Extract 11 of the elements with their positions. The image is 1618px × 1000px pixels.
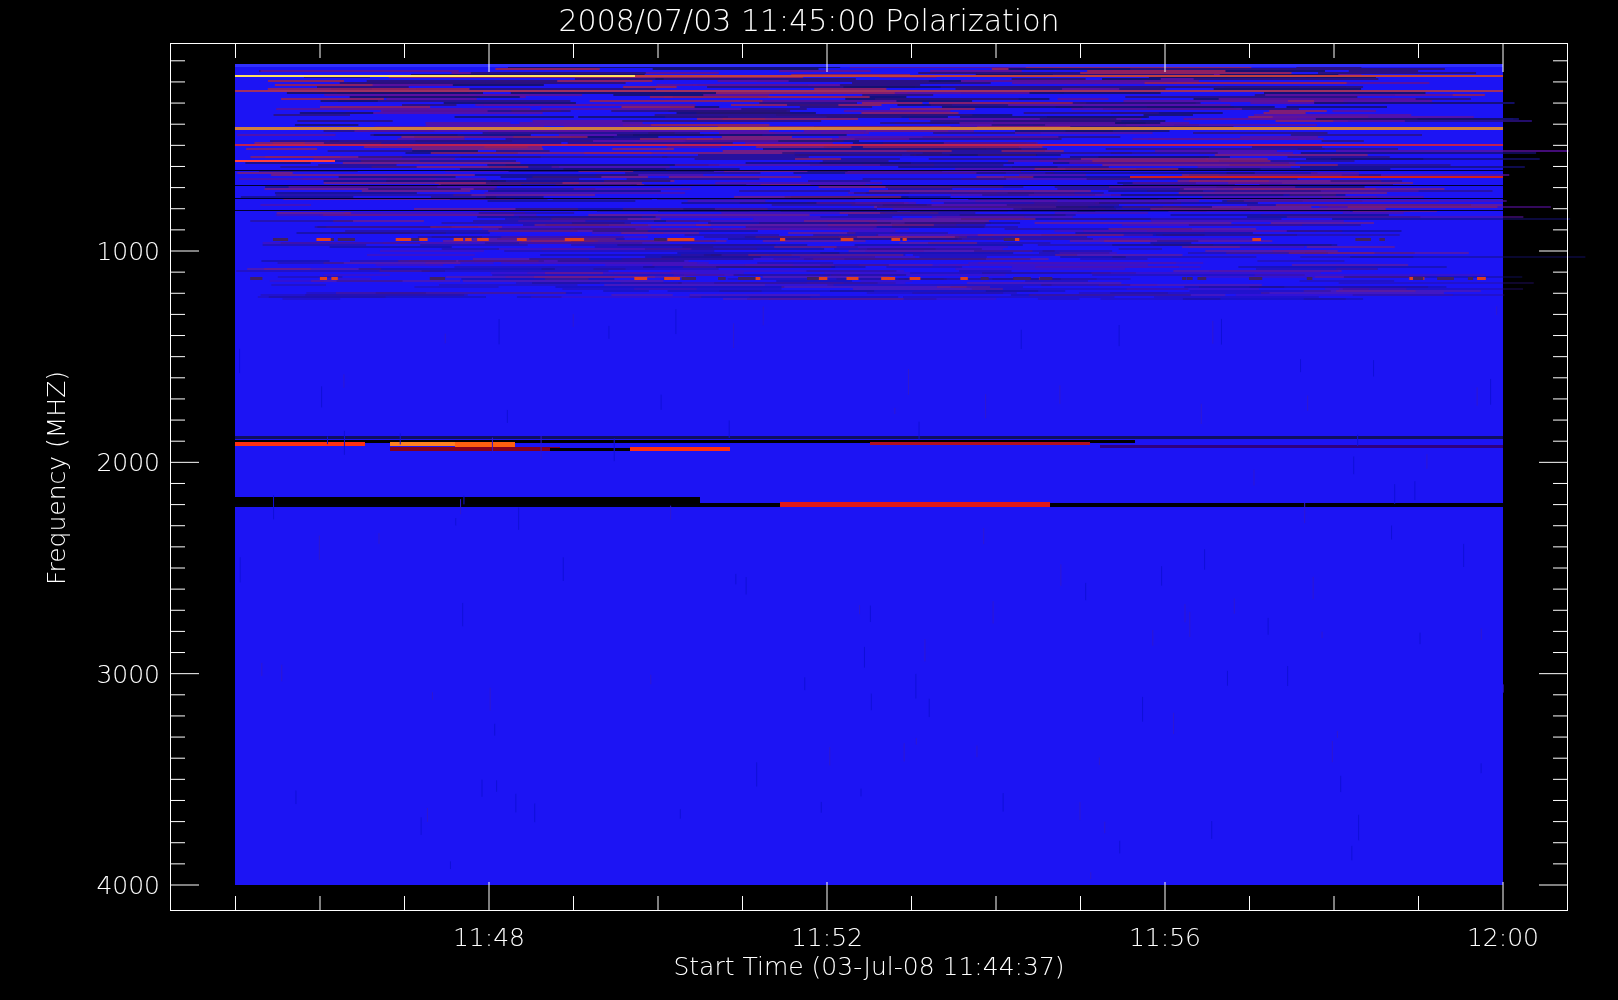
y-tick-label: 2000 — [96, 448, 160, 478]
y-axis-label: Frequency (MHZ) — [42, 370, 71, 586]
chart-title: 2008/07/03 11:45:00 Polarization — [558, 3, 1060, 38]
x-axis-label: Start Time (03-Jul-08 11:44:37) — [673, 952, 1065, 981]
x-tick-label: 12:00 — [1467, 923, 1539, 952]
x-tick-label: 11:56 — [1129, 923, 1201, 952]
x-tick-label: 11:52 — [791, 923, 863, 952]
y-tick-label: 1000 — [96, 237, 160, 266]
x-tick-label: 11:48 — [453, 923, 525, 952]
y-tick-label: 4000 — [96, 871, 160, 900]
y-tick-label: 3000 — [96, 659, 160, 689]
